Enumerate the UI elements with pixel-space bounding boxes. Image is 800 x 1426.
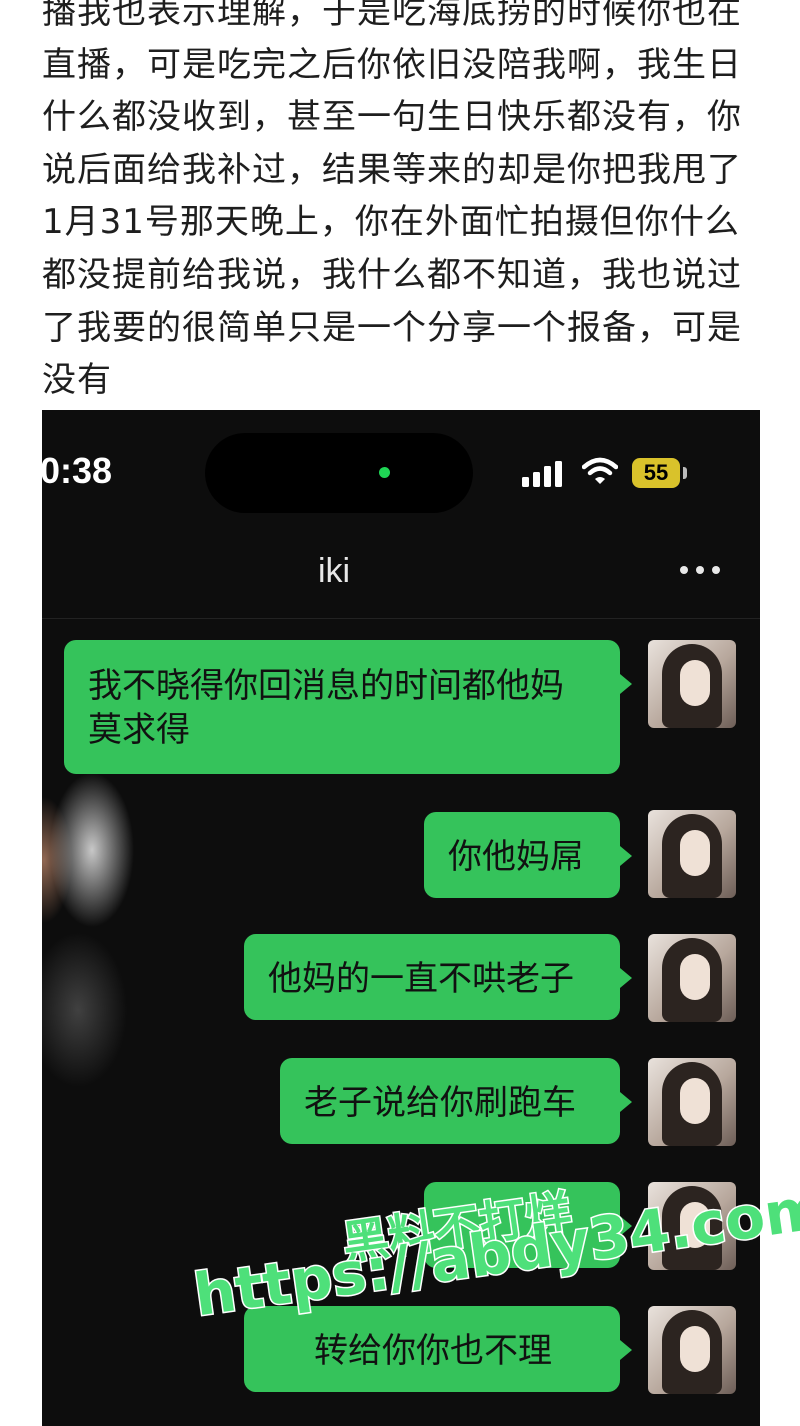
- battery-indicator: 55: [632, 458, 680, 488]
- avatar[interactable]: [648, 810, 736, 898]
- status-bar: 0:38 55: [42, 410, 760, 540]
- article-line: 都没提前给我说，我什么都不知道，我也说过: [42, 254, 742, 295]
- article-line: 没有: [42, 360, 112, 401]
- avatar-face: [680, 954, 710, 1000]
- wifi-icon: [582, 457, 618, 484]
- dynamic-island: [205, 433, 473, 513]
- article-line: 直播，可是吃完之后你依旧没陪我啊，我生日: [42, 44, 742, 85]
- article-line: 什么都没收到，甚至一句生日快乐都没有，你: [42, 97, 742, 138]
- article-line: 说后面给我补过，结果等来的却是你把我甩了: [42, 149, 742, 190]
- chat-header: iki: [42, 540, 760, 620]
- message-bubble[interactable]: 转给你你也不理: [244, 1306, 632, 1392]
- camera-indicator-dot: [379, 467, 390, 478]
- article-line: 1月31号那天晚上，你在外面忙拍摄但你什么: [42, 202, 740, 243]
- chat-screenshot: 0:38 55 iki 我不晓得你回消息的时间都他妈莫求得 你他妈屌 他妈的一直…: [42, 410, 760, 1426]
- avatar-face: [680, 1202, 710, 1248]
- chat-title: iki: [318, 552, 351, 590]
- message-bubble[interactable]: 我不晓得你回消息的时间都他妈莫求得: [64, 640, 632, 774]
- avatar[interactable]: [648, 1182, 736, 1270]
- avatar-face: [680, 1078, 710, 1124]
- message-bubble[interactable]: 你他妈屌: [424, 812, 632, 898]
- message-text: 老子说给你刷跑车: [304, 1083, 576, 1123]
- battery-tip: [683, 467, 687, 479]
- avatar-face: [680, 830, 710, 876]
- avatar[interactable]: [648, 1058, 736, 1146]
- article-line: 播我也表示理解，于是吃海底捞的时候你也在: [42, 0, 742, 32]
- message-bubble[interactable]: 老子说给你刷跑车: [280, 1058, 632, 1144]
- message-bubble[interactable]: 他妈的一直不哄老子: [244, 934, 632, 1020]
- avatar[interactable]: [648, 1306, 736, 1394]
- avatar[interactable]: [648, 934, 736, 1022]
- message-text: 我不晓得你回消息的时间都他妈莫求得: [88, 666, 564, 750]
- header-divider: [42, 618, 760, 619]
- avatar[interactable]: [648, 640, 736, 728]
- article-line: 了我要的很简单只是一个分享一个报备，可是: [42, 307, 742, 348]
- message-text: 他妈的一直不哄老子: [268, 959, 574, 999]
- avatar-face: [680, 660, 710, 706]
- message-text: 你他妈屌: [448, 837, 584, 877]
- avatar-face: [680, 1326, 710, 1372]
- message-bubble[interactable]: [424, 1182, 632, 1268]
- ellipsis-icon[interactable]: [678, 564, 722, 576]
- article-text: 播我也表示理解，于是吃海底捞的时候你也在 直播，可是吃完之后你依旧没陪我啊，我生…: [42, 0, 754, 407]
- status-time: 0:38: [42, 450, 113, 491]
- signal-icon: [522, 461, 562, 487]
- message-text: 转给你你也不理: [314, 1331, 552, 1371]
